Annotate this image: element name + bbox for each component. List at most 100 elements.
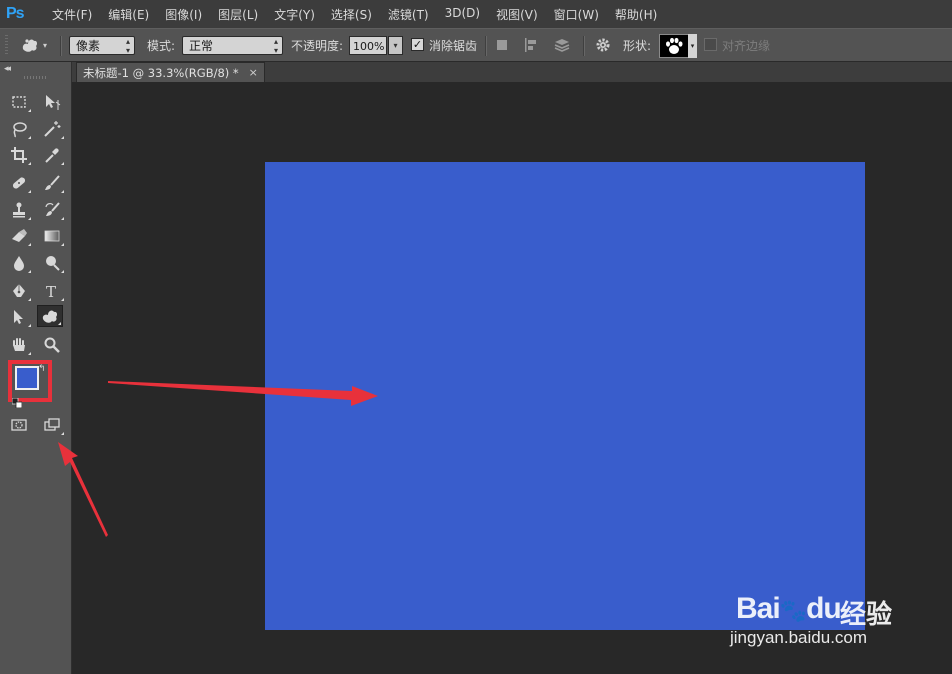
blend-mode-value: 正常 <box>189 39 214 53</box>
tools-panel: ◂◂ T ↰ <box>0 62 72 674</box>
menu-bar: Ps 文件(F) 编辑(E) 图像(I) 图层(L) 文字(Y) 选择(S) 滤镜(T) 3D… <box>0 0 952 28</box>
eyedropper-icon <box>45 148 59 163</box>
path-alignment-button[interactable] <box>521 35 541 55</box>
align-left-icon <box>525 38 536 52</box>
document-canvas[interactable] <box>265 162 865 630</box>
opacity-dropdown-button[interactable]: ▾ <box>388 36 403 55</box>
path-arrangement-button[interactable] <box>552 35 572 55</box>
opacity-label: 不透明度: <box>291 39 344 53</box>
divider <box>485 36 487 56</box>
rectangular-marquee-tool[interactable] <box>6 91 32 113</box>
path-select-arrow-icon <box>14 310 23 324</box>
quick-mask-icon <box>11 419 27 431</box>
tool-preset-picker[interactable]: ▾ <box>20 35 54 55</box>
marquee-icon <box>12 96 26 108</box>
geometry-options-button[interactable] <box>593 35 613 55</box>
divider <box>583 36 585 56</box>
opacity-input[interactable]: 100% <box>349 36 387 55</box>
dodge-icon <box>46 256 60 271</box>
dodge-tool[interactable] <box>39 252 65 274</box>
blend-mode-select[interactable]: 正常 ▴ ▾ <box>182 36 283 55</box>
paw-print-icon <box>666 37 683 54</box>
magic-wand-icon <box>44 121 61 137</box>
brush-icon <box>45 175 60 190</box>
antialias-checkbox[interactable]: ✓ <box>411 38 424 51</box>
tool-mode-value: 像素 <box>76 39 101 53</box>
default-colors-icon[interactable] <box>12 398 22 408</box>
shape-label: 形状: <box>623 39 652 53</box>
align-edges-checkbox[interactable] <box>704 38 717 51</box>
path-operations-icon <box>497 40 507 50</box>
tool-mode-select[interactable]: 像素 ▴ ▾ <box>69 36 135 55</box>
menu-item-8[interactable]: 视图(V) <box>488 6 546 23</box>
document-tab-bar: 未标题-1 @ 33.3%(RGB/8) * × <box>72 62 952 82</box>
blur-tool[interactable] <box>6 252 32 274</box>
menu-item-1[interactable]: 编辑(E) <box>100 6 157 23</box>
hand-tool[interactable] <box>6 334 32 356</box>
options-bar: ▾ 像素 ▴▾ 模式: 正常 ▴▾ 不透明度: 100% ▾ ✓ 消除锯齿 <box>0 28 952 62</box>
divider <box>60 36 62 56</box>
gradient-tool[interactable] <box>39 225 65 247</box>
stamp-icon <box>13 202 25 218</box>
menu-item-0[interactable]: 文件(F) <box>44 6 100 23</box>
crop-tool[interactable] <box>6 144 32 166</box>
spot-healing-brush-tool[interactable] <box>6 172 32 194</box>
updown-arrows-icon: ▴ ▾ <box>125 37 130 55</box>
blend-mode-label: 模式: <box>147 39 176 53</box>
move-tool[interactable] <box>39 91 65 113</box>
updown-arrows-icon: ▴ ▾ <box>273 37 278 55</box>
photoshop-logo: Ps <box>6 5 25 22</box>
menu-item-6[interactable]: 滤镜(T) <box>380 6 437 23</box>
bandage-icon <box>12 177 26 189</box>
crop-icon <box>11 147 27 163</box>
screen-mode-icon <box>44 418 60 431</box>
menu-item-10[interactable]: 帮助(H) <box>607 6 665 23</box>
panel-grip[interactable] <box>24 76 48 79</box>
pen-nib-icon <box>13 284 25 297</box>
canvas-workspace[interactable] <box>72 82 952 674</box>
menu-items: 文件(F) 编辑(E) 图像(I) 图层(L) 文字(Y) 选择(S) 滤镜(T) 3D(D)… <box>44 6 665 23</box>
magnifier-icon <box>44 337 60 353</box>
menu-item-5[interactable]: 选择(S) <box>323 6 380 23</box>
document-tab-title: 未标题-1 @ 33.3%(RGB/8) * <box>83 65 239 80</box>
menu-item-3[interactable]: 图层(L) <box>210 6 266 23</box>
history-brush-icon <box>45 202 60 216</box>
eraser-icon <box>12 229 27 242</box>
menu-item-4[interactable]: 文字(Y) <box>266 6 323 23</box>
shape-dropdown-button[interactable]: ▾ <box>688 34 697 58</box>
close-icon[interactable]: × <box>249 66 258 79</box>
custom-shape-tool[interactable] <box>37 305 63 327</box>
document-tab[interactable]: 未标题-1 @ 33.3%(RGB/8) * × <box>76 62 265 82</box>
custom-shape-tool-icon <box>22 39 38 52</box>
zoom-tool[interactable] <box>39 334 65 356</box>
gradient-icon <box>44 230 60 242</box>
type-tool[interactable]: T <box>39 280 65 302</box>
path-operations-button[interactable] <box>493 35 513 55</box>
brush-tool[interactable] <box>39 172 65 194</box>
menu-item-2[interactable]: 图像(I) <box>157 6 210 23</box>
antialias-label: 消除锯齿 <box>429 39 478 53</box>
screen-mode-button[interactable] <box>39 414 65 436</box>
eyedropper-tool[interactable] <box>39 144 65 166</box>
move-arrow-icon <box>46 95 61 110</box>
custom-shape-icon <box>42 310 58 323</box>
quick-mask-mode-button[interactable] <box>6 414 32 436</box>
clone-stamp-tool[interactable] <box>6 199 32 221</box>
collapse-panel-icon[interactable]: ◂◂ <box>4 64 11 74</box>
menu-item-9[interactable]: 窗口(W) <box>546 6 607 23</box>
blur-drop-icon <box>14 256 24 271</box>
pen-tool[interactable] <box>6 280 32 302</box>
swap-colors-icon[interactable]: ↰ <box>38 364 46 374</box>
lasso-tool[interactable] <box>6 118 32 140</box>
options-bar-grip[interactable] <box>5 35 8 55</box>
magic-wand-tool[interactable] <box>39 118 65 140</box>
type-icon: T <box>46 283 56 300</box>
layer-stack-icon <box>554 39 570 52</box>
history-brush-tool[interactable] <box>39 199 65 221</box>
path-selection-tool[interactable] <box>6 306 32 328</box>
hand-icon <box>13 338 25 351</box>
align-edges-label: 对齐边缘 <box>722 39 771 53</box>
menu-item-7[interactable]: 3D(D) <box>437 6 488 23</box>
shape-picker[interactable] <box>659 34 689 58</box>
eraser-tool[interactable] <box>6 225 32 247</box>
